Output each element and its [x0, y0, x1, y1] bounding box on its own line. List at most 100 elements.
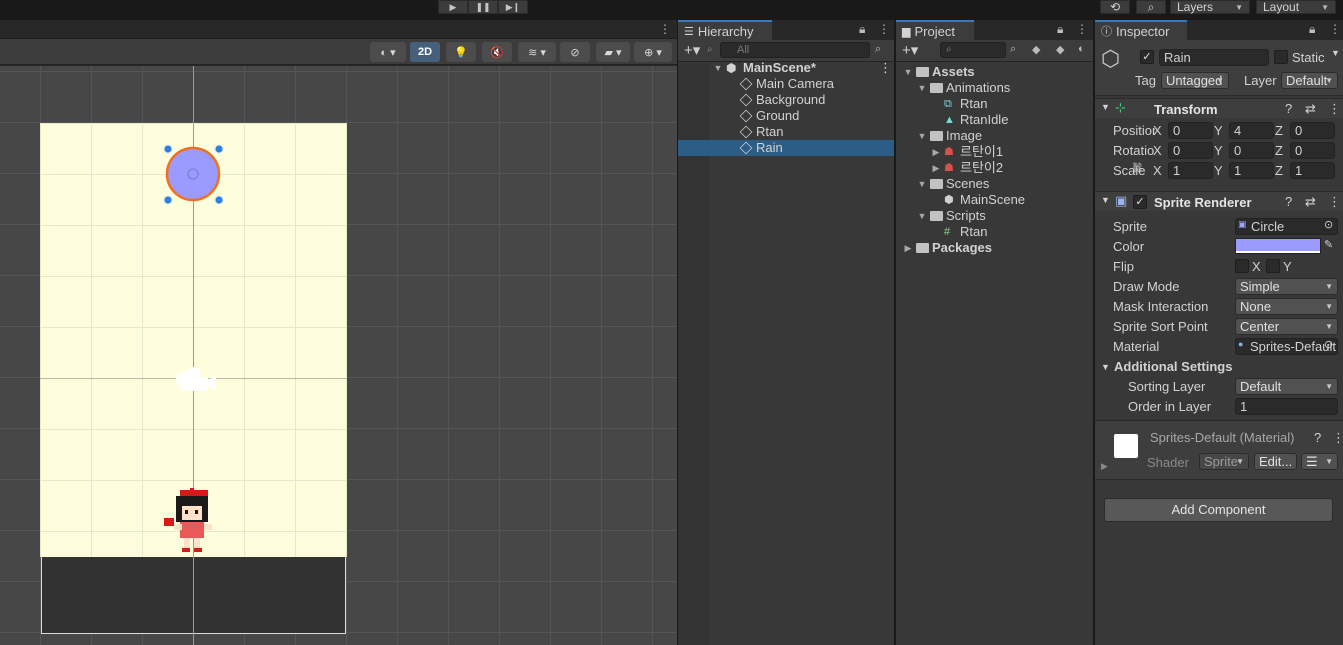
static-checkbox[interactable] — [1274, 50, 1288, 64]
more-options-icon[interactable]: ⋮ — [1076, 22, 1088, 36]
panel-divider[interactable] — [894, 20, 896, 645]
sprite-renderer-header[interactable]: ▼ ▣ ✓ Sprite Renderer ? ⇄ ⋮ — [1095, 191, 1343, 211]
object-picker-icon[interactable]: ⊙ — [1324, 218, 1333, 231]
scale-y-axis-label[interactable]: Y — [1214, 163, 1223, 178]
sprite-sort-point-dropdown[interactable]: Center ▼ — [1235, 318, 1338, 335]
project-tree-item[interactable]: ▼ Assets — [896, 64, 1093, 80]
scale-x-axis-label[interactable]: X — [1153, 163, 1162, 178]
layers-dropdown[interactable]: Layers ▼ — [1170, 0, 1250, 14]
rotation-y-input[interactable]: 0 — [1229, 142, 1274, 159]
scale-z-input[interactable]: 1 — [1290, 162, 1335, 179]
flip-x-checkbox[interactable] — [1235, 259, 1249, 273]
position-y-axis-label[interactable]: Y — [1214, 123, 1223, 138]
object-picker-icon[interactable]: ⊙ — [1324, 338, 1333, 351]
position-z-input[interactable]: 0 — [1290, 122, 1335, 139]
visibility-toggle[interactable]: ⊘ — [560, 42, 590, 62]
rotation-x-axis-label[interactable]: X — [1153, 143, 1162, 158]
tab-hierarchy[interactable]: ☰ Hierarchy — [678, 20, 772, 40]
order-in-layer-input[interactable]: 1 — [1235, 398, 1338, 415]
position-x-input[interactable]: 0 — [1168, 122, 1213, 139]
project-tree-item[interactable]: ⬢ MainScene — [896, 192, 1093, 208]
more-options-icon[interactable]: ⋮ — [659, 22, 671, 36]
object-name-input[interactable]: Rain — [1159, 49, 1269, 66]
scale-y-input[interactable]: 1 — [1229, 162, 1274, 179]
project-tree-item[interactable]: ▲ RtanIdle — [896, 112, 1093, 128]
project-tree-item[interactable]: ▼ Image — [896, 128, 1093, 144]
audio-toggle[interactable]: 🔇 — [482, 42, 512, 62]
gizmos-dropdown[interactable]: ⊕ ▾ — [634, 42, 672, 62]
filter-by-type-icon[interactable]: ◆ — [1032, 43, 1040, 56]
gameobject-cube-icon[interactable]: ⬡ — [1101, 46, 1120, 72]
draw-mode-dropdown[interactable]: Simple ▼ — [1235, 278, 1338, 295]
more-options-icon[interactable]: ⋮ — [1329, 22, 1341, 36]
chevron-down-icon[interactable]: ▼ — [1101, 102, 1110, 112]
chevron-down-icon[interactable]: ▼ — [916, 176, 928, 192]
project-tree-item[interactable]: ⧉ Rtan — [896, 96, 1093, 112]
lock-icon[interactable]: 🔒︎ — [1309, 22, 1315, 37]
chevron-down-icon[interactable]: ▼ — [1331, 48, 1340, 58]
chevron-right-icon[interactable]: ▶ — [902, 240, 914, 256]
preset-icon[interactable]: ⇄ — [1305, 194, 1316, 210]
layer-dropdown[interactable]: Default ▼ — [1281, 72, 1338, 89]
add-icon[interactable]: +▾ — [684, 41, 700, 59]
add-component-button[interactable]: Add Component — [1104, 498, 1333, 522]
lock-icon[interactable]: 🔒︎ — [859, 22, 865, 37]
position-x-axis-label[interactable]: X — [1153, 123, 1162, 138]
chevron-down-icon[interactable]: ▼ — [916, 80, 928, 96]
chevron-down-icon[interactable]: ▼ — [916, 128, 928, 144]
filter-icon[interactable]: ⌕ — [875, 43, 881, 56]
project-tree-item[interactable]: ▼ Scripts — [896, 208, 1093, 224]
filter-by-label-icon[interactable]: ◆ — [1056, 43, 1064, 56]
search-button[interactable]: ⌕ — [1136, 0, 1166, 14]
project-tree-item[interactable]: ▶ ☗ 르탄이1 — [896, 144, 1093, 160]
effects-dropdown[interactable]: ≋ ▾ — [518, 42, 556, 62]
hierarchy-item[interactable]: Rain — [678, 140, 894, 156]
scale-x-input[interactable]: 1 — [1168, 162, 1213, 179]
history-button[interactable]: ⟲ — [1100, 0, 1130, 14]
tab-project[interactable]: ▆ Project — [896, 20, 974, 40]
shading-mode-button[interactable]: ◐ ▾ — [370, 42, 406, 62]
scale-z-axis-label[interactable]: Z — [1275, 163, 1283, 178]
rotation-x-input[interactable]: 0 — [1168, 142, 1213, 159]
lock-icon[interactable]: 🔒︎ — [1057, 22, 1063, 37]
chevron-down-icon[interactable]: ▼ — [902, 64, 914, 80]
active-checkbox[interactable]: ✓ — [1140, 50, 1154, 64]
project-tree-item[interactable]: ▶ Packages — [896, 240, 1093, 256]
layout-dropdown[interactable]: Layout ▼ — [1256, 0, 1336, 14]
rotation-y-axis-label[interactable]: Y — [1214, 143, 1223, 158]
more-options-icon[interactable]: ⋮ — [878, 22, 890, 36]
lighting-toggle[interactable]: 💡 — [446, 42, 476, 62]
help-icon[interactable]: ? — [1314, 430, 1321, 445]
project-tree-item[interactable]: # Rtan — [896, 224, 1093, 240]
hidden-packages-icon[interactable]: ◐ — [1078, 43, 1085, 55]
scene-root-row[interactable]: ▼ ⬢ MainScene* ⋮ — [678, 60, 894, 76]
camera-gizmo-icon[interactable] — [172, 363, 218, 395]
position-z-axis-label[interactable]: Z — [1275, 123, 1283, 138]
position-y-input[interactable]: 4 — [1229, 122, 1274, 139]
hierarchy-search-input[interactable]: All — [720, 42, 870, 58]
step-button[interactable]: ▶❙ — [498, 0, 528, 14]
play-button[interactable]: ▶ — [438, 0, 468, 14]
sprite-renderer-enabled-checkbox[interactable]: ✓ — [1133, 195, 1147, 209]
color-field[interactable] — [1235, 238, 1321, 254]
preset-icon[interactable]: ⇄ — [1305, 101, 1316, 117]
panel-divider[interactable] — [1093, 20, 1095, 645]
mask-interaction-dropdown[interactable]: None ▼ — [1235, 298, 1338, 315]
mode-2d-toggle[interactable]: 2D — [410, 42, 440, 62]
rain-sprite[interactable] — [160, 144, 228, 206]
eyedropper-icon[interactable]: ✎ — [1324, 238, 1333, 251]
chevron-right-icon[interactable]: ▶ — [1101, 461, 1108, 472]
rotation-z-axis-label[interactable]: Z — [1275, 143, 1283, 158]
shader-dropdown[interactable]: Sprite ▼ — [1199, 453, 1249, 470]
chevron-down-icon[interactable]: ▼ — [712, 60, 724, 76]
hierarchy-item[interactable]: Ground — [678, 108, 894, 124]
hierarchy-item[interactable]: Main Camera — [678, 76, 894, 92]
constrain-proportions-icon[interactable]: ⛓ — [1131, 163, 1144, 174]
project-tree-item[interactable]: ▶ ☗ 르탄이2 — [896, 160, 1093, 176]
more-options-icon[interactable]: ⋮ — [1332, 430, 1343, 446]
help-icon[interactable]: ? — [1285, 101, 1292, 116]
hierarchy-item[interactable]: Rtan — [678, 124, 894, 140]
material-options-dropdown[interactable]: ☰ ▼ — [1301, 453, 1338, 470]
panel-divider[interactable] — [677, 20, 678, 645]
sprite-object-field[interactable]: Circle — [1235, 218, 1338, 235]
